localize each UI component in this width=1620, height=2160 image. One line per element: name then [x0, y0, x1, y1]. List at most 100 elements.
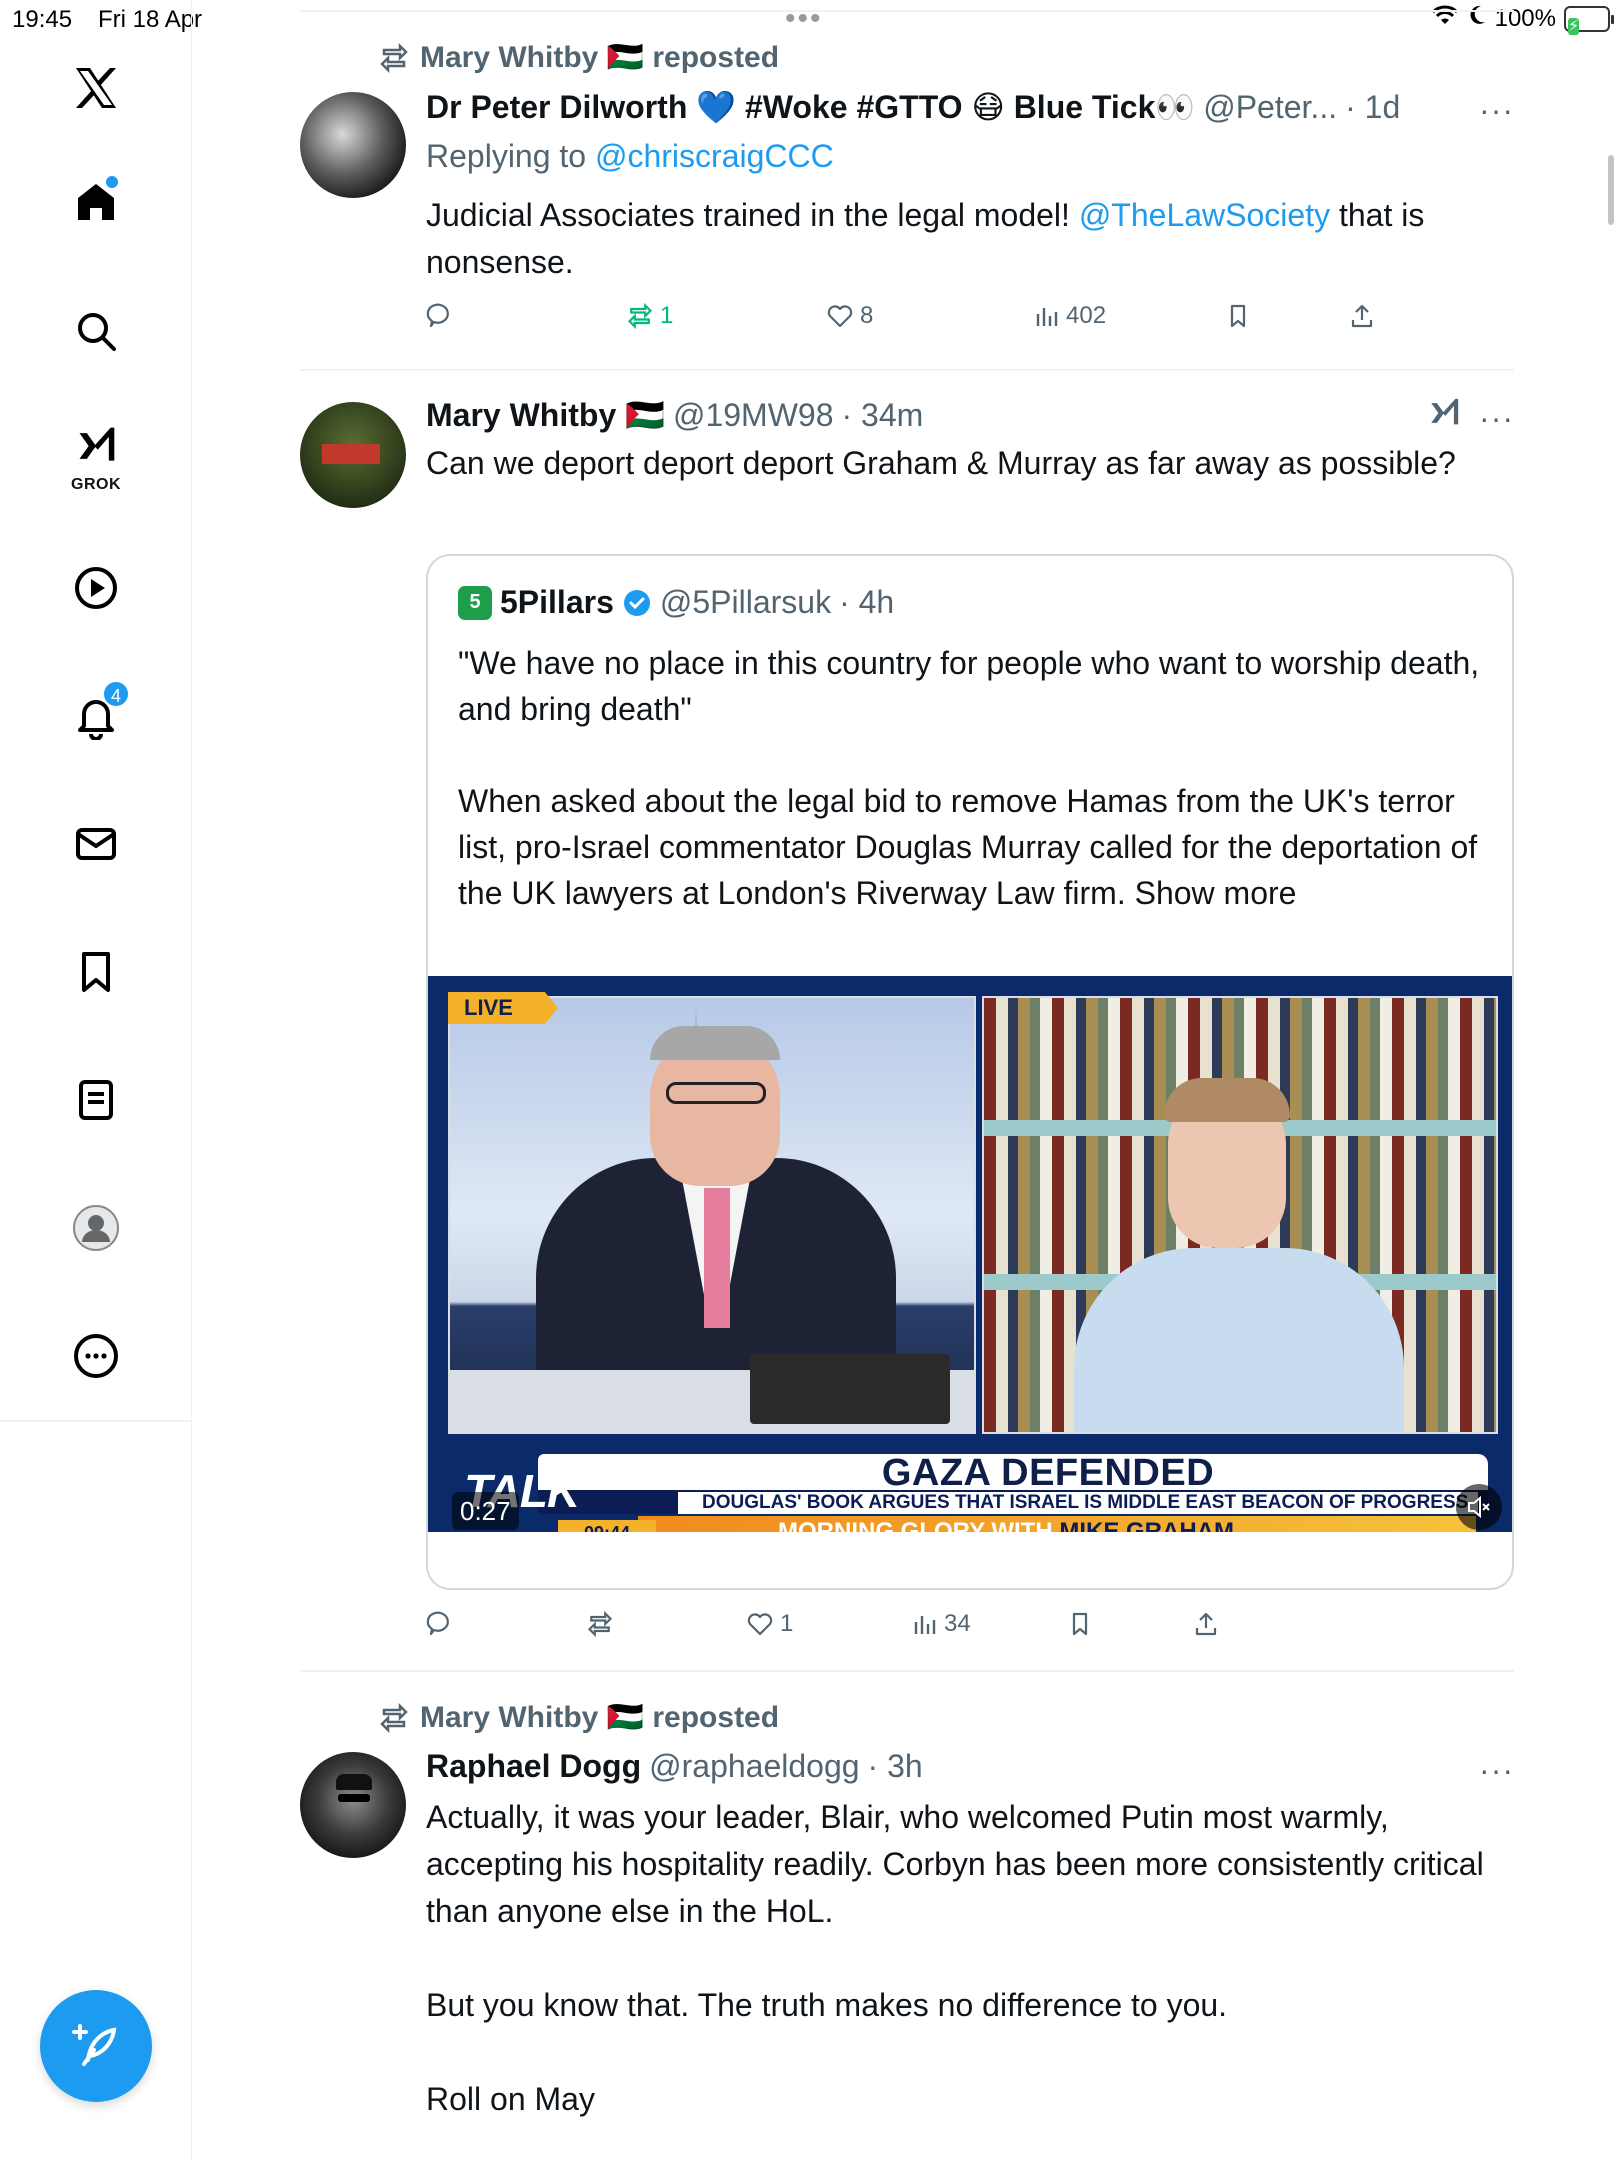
repost-icon [380, 1702, 408, 1733]
grok-icon[interactable]: GROK [60, 418, 132, 493]
presenter-glasses [666, 1082, 766, 1104]
show-host: MIKE GRAHAM [1059, 1518, 1234, 1532]
presenter-hair [650, 1026, 780, 1060]
ticker-clock: 09:44 [558, 1520, 656, 1532]
avatar[interactable] [300, 402, 406, 508]
more-circle-icon[interactable] [60, 1320, 132, 1392]
quoted-tweet-text[interactable]: "We have no place in this country for pe… [458, 640, 1488, 916]
tweet-time[interactable]: · 3h [868, 1748, 923, 1785]
avatar-hat [336, 1774, 372, 1790]
video-frame-presenter [448, 996, 976, 1434]
bookmark-icon[interactable] [60, 936, 132, 1008]
list-icon[interactable] [60, 1064, 132, 1136]
replying-to: Replying to @chriscraigCCC [426, 138, 834, 175]
bookmark-icon [1072, 1612, 1088, 1636]
bookmark-button[interactable] [1224, 302, 1252, 330]
tweet-divider [300, 369, 1514, 371]
bookmark-button[interactable] [1066, 1610, 1094, 1638]
share-icon [1351, 304, 1373, 328]
ticker-headline: GAZA DEFENDED [881, 1452, 1215, 1494]
scrollbar[interactable] [1608, 155, 1614, 225]
tweet-time[interactable]: · 1d [1345, 89, 1400, 126]
repost-button[interactable]: 1 [626, 302, 673, 330]
tweet-text: Actually, it was your leader, Blair, who… [426, 1799, 1484, 2117]
reply-icon [426, 1611, 449, 1636]
replying-to-link[interactable]: @chriscraigCCC [595, 138, 834, 174]
mail-icon[interactable] [60, 808, 132, 880]
repost-by-label: Mary Whitby 🇵🇸 reposted [420, 41, 780, 74]
views-button[interactable]: 402 [1032, 302, 1106, 330]
repost-by-label: Mary Whitby 🇵🇸 reposted [420, 1701, 780, 1734]
video-frame-guest [982, 996, 1498, 1434]
tweet-text: Can we deport deport deport Graham & Mur… [426, 445, 1456, 481]
verified-badge-icon [623, 589, 650, 616]
repost-indicator: Mary Whitby 🇵🇸 reposted [378, 1700, 779, 1735]
sidebar-divider [0, 1420, 192, 1422]
notification-badge: 4 [102, 680, 130, 708]
search-icon[interactable] [60, 295, 132, 367]
repost-icon [380, 42, 408, 73]
compose-feather-icon [72, 2024, 117, 2066]
mute-button[interactable] [1456, 1484, 1502, 1530]
timeline-feed: Mary Whitby 🇵🇸 reposted Dr Peter Dilwort… [300, 0, 1514, 2160]
author-name[interactable]: Dr Peter Dilworth 💙 #Woke #GTTO 😷 Blue T… [426, 88, 1195, 126]
show-prefix: MORNING GLORY WITH [778, 1518, 1060, 1532]
repost-icon [587, 1610, 613, 1638]
quoted-tweet-header: 5 5Pillars @5Pillarsuk · 4h [458, 584, 894, 621]
share-button[interactable] [1192, 1610, 1220, 1638]
quoted-tweet[interactable]: 5 5Pillars @5Pillarsuk · 4h "We have no … [426, 554, 1514, 1590]
video-duration: 0:27 [452, 1492, 519, 1530]
author-name[interactable]: Raphael Dogg [426, 1748, 641, 1785]
reply-button[interactable] [426, 302, 460, 330]
avatar[interactable] [300, 1752, 406, 1858]
repost-button[interactable] [586, 1610, 620, 1638]
views-button[interactable]: 34 [910, 1610, 971, 1638]
share-button[interactable] [1348, 302, 1376, 330]
author-handle[interactable]: @Peter... [1203, 89, 1337, 126]
reply-icon [426, 303, 449, 328]
heart-icon [747, 1613, 773, 1636]
like-count: 8 [860, 302, 874, 329]
bell-icon[interactable]: 4 [60, 680, 132, 752]
tweet-time[interactable]: · 34m [842, 397, 924, 434]
author-handle[interactable]: @raphaeldogg [649, 1748, 859, 1785]
avatar-sunglasses [338, 1794, 370, 1802]
home-icon[interactable] [60, 166, 132, 238]
news-ticker: GAZA DEFENDED DOUGLAS' BOOK ARGUES THAT … [538, 1452, 1488, 1532]
live-badge: LIVE [448, 992, 558, 1024]
repost-indicator: Mary Whitby 🇵🇸 reposted [378, 40, 779, 75]
author-handle[interactable]: @19MW98 [673, 397, 834, 434]
more-options-icon[interactable]: ··· [1479, 92, 1514, 129]
profile-icon[interactable] [60, 1192, 132, 1264]
like-button[interactable]: 8 [826, 302, 873, 330]
reply-button[interactable] [426, 1610, 460, 1638]
play-icon[interactable] [60, 552, 132, 624]
more-options-icon[interactable]: ··· [1479, 400, 1514, 437]
avatar-banner-graphic [322, 444, 380, 464]
mention-link[interactable]: @TheLawSociety [1079, 197, 1330, 233]
more-options-icon[interactable]: ··· [1479, 1752, 1514, 1789]
quoted-author-handle[interactable]: @5Pillarsuk [660, 584, 831, 621]
tweet-text-part: Judicial Associates trained in the legal… [426, 197, 1079, 233]
guest-shirt [1074, 1248, 1404, 1432]
quoted-tweet-time: · 4h [839, 584, 895, 620]
bookmark-icon [1230, 304, 1246, 328]
avatar[interactable] [300, 92, 406, 198]
feed-top-divider [300, 10, 1514, 12]
speaker-muted-icon [1468, 1495, 1490, 1519]
tweet-divider [300, 1670, 1514, 1672]
grok-explain-icon[interactable] [1426, 396, 1462, 435]
replying-to-label: Replying to [426, 138, 587, 174]
views-chart-icon [914, 1616, 936, 1634]
compose-button[interactable] [40, 1990, 152, 2102]
author-name[interactable]: Mary Whitby 🇵🇸 [426, 396, 665, 434]
5pillars-logo-icon: 5 [458, 585, 492, 620]
video-player[interactable]: LIVE GAZA DEFENDED DOUGLAS' BOOK ARGUES … [428, 976, 1512, 1532]
view-count: 34 [944, 1610, 971, 1637]
like-button[interactable]: 1 [746, 1610, 793, 1638]
presenter-tie [704, 1188, 730, 1328]
quoted-author-name[interactable]: 5Pillars [500, 584, 614, 621]
view-count: 402 [1066, 302, 1107, 329]
x-logo-icon[interactable] [60, 52, 132, 124]
repost-count: 1 [660, 302, 674, 329]
